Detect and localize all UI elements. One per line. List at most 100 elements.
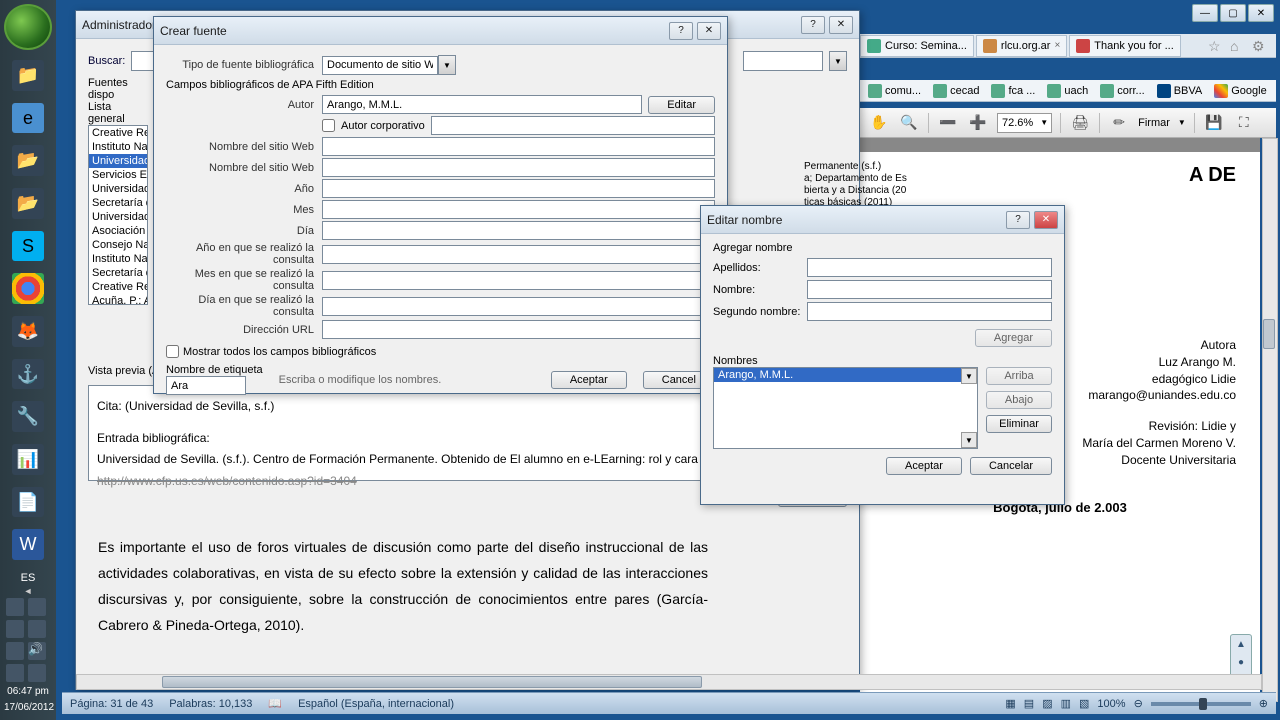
maximize-button[interactable]: ▢ [1220,4,1246,22]
bookmark-item[interactable]: cecad [933,84,979,98]
taskbar-app-folder2[interactable]: 📂 [12,188,44,219]
cancelar-button[interactable]: Cancelar [970,457,1052,475]
tray-volume-icon[interactable]: 🔊 [28,642,46,660]
taskbar-app-ie[interactable]: e [12,103,44,134]
list-item[interactable]: Instituto Nac [89,252,147,266]
save-icon[interactable]: 💾 [1203,112,1225,134]
sort-combo[interactable] [743,51,823,71]
page-indicator[interactable]: Página: 31 de 43 [70,698,153,710]
help-button[interactable]: ? [1006,211,1030,229]
tray-icon[interactable] [6,642,24,660]
print-icon[interactable]: 🖨 [1069,112,1091,134]
expand-icon[interactable]: ⛶ [1233,112,1255,134]
dropdown-icon[interactable]: ▼ [438,55,456,75]
highlight-icon[interactable]: ✏ [1108,112,1130,134]
close-button[interactable]: ✕ [1248,4,1274,22]
taskbar-app-misc5[interactable]: 📄 [12,487,44,518]
list-item[interactable]: Secretaría de [89,266,147,280]
nombre-sitio2-input[interactable] [322,158,715,177]
view-read-icon[interactable]: ▤ [1024,697,1034,710]
bookmark-item[interactable]: uach [1047,84,1088,98]
nombre-sitio-input[interactable] [322,137,715,156]
source-list[interactable]: Creative Res Instituto Nac Universidad S… [88,125,148,305]
mes-consulta-input[interactable] [322,271,715,290]
dia-input[interactable] [322,221,715,240]
help-button[interactable]: ? [669,22,693,40]
dropdown-icon[interactable]: ▼ [829,51,847,71]
tray-icon[interactable] [6,620,24,638]
bookmark-item[interactable]: BBVA [1157,84,1203,98]
view-web-icon[interactable]: ▨ [1042,697,1052,710]
mes-input[interactable] [322,200,715,219]
zoom-in-icon[interactable]: ➕ [967,112,989,134]
aceptar-button[interactable]: Aceptar [551,371,627,389]
browser-tab[interactable]: Curso: Semina... [860,35,974,57]
close-button[interactable]: ✕ [697,22,721,40]
list-item[interactable]: Creative Res [89,280,147,294]
list-item[interactable]: Universidad [89,182,147,196]
start-button[interactable] [4,4,52,50]
dropdown-icon[interactable]: ▼ [961,432,977,448]
zoom-combo[interactable]: 72.6%▼ [997,113,1052,133]
list-item[interactable]: Acuña, P.; A [89,294,147,305]
clock-date[interactable]: 17/06/2012 [4,700,52,716]
list-item[interactable]: Universidad [89,210,147,224]
nav-up-icon[interactable]: ▲ [1231,635,1251,653]
close-button[interactable]: ✕ [829,16,853,34]
bookmark-item[interactable]: fca ... [991,84,1035,98]
nombre-input[interactable] [807,280,1052,299]
close-button[interactable]: ✕ [1034,211,1058,229]
agregar-button[interactable]: Agregar [975,329,1052,347]
arriba-button[interactable]: Arriba [986,367,1052,385]
autor-corp-input[interactable] [431,116,715,135]
bookmark-item[interactable]: Google [1214,84,1266,98]
taskbar-app-chrome[interactable] [12,273,44,304]
view-draft-icon[interactable]: ▧ [1079,697,1089,710]
clock-time[interactable]: 06:47 pm [4,684,52,700]
zoom-value[interactable]: 100% [1097,698,1125,710]
gear-icon[interactable]: ⚙ [1252,38,1268,54]
tray-icon[interactable] [28,598,46,616]
names-list[interactable]: Arango, M.M.L. ▼ ▼ [713,367,978,449]
dia-consulta-input[interactable] [322,297,715,316]
word-count[interactable]: Palabras: 10,133 [169,698,252,710]
taskbar-app-word[interactable]: W [12,529,44,560]
list-item[interactable]: Creative Res [89,126,147,140]
editar-titlebar[interactable]: Editar nombre ? ✕ [701,206,1064,234]
tray-icon[interactable] [28,664,46,682]
list-item[interactable]: Universidad [89,154,147,168]
tray-icon[interactable] [6,664,24,682]
language-indicator[interactable]: ES [4,570,52,586]
view-outline-icon[interactable]: ▥ [1061,697,1071,710]
list-item[interactable]: Servicios Edu [89,168,147,182]
dropdown-icon[interactable]: ▼ [961,368,977,384]
star-icon[interactable]: ☆ [1208,38,1224,54]
taskbar-app-folder[interactable]: 📂 [12,145,44,176]
zoom-in-button[interactable]: ⊕ [1259,697,1268,710]
minimize-button[interactable]: — [1192,4,1218,22]
mostrar-checkbox[interactable] [166,345,179,358]
names-list-item[interactable]: Arango, M.M.L. [714,368,977,382]
scroll-thumb[interactable] [162,676,702,688]
abajo-button[interactable]: Abajo [986,391,1052,409]
eliminar-button[interactable]: Eliminar [986,415,1052,433]
aceptar-button[interactable]: Aceptar [886,457,962,475]
taskbar-app-skype[interactable]: S [12,231,44,262]
crear-titlebar[interactable]: Crear fuente ? ✕ [154,17,727,45]
autor-corp-checkbox[interactable] [322,119,335,132]
etiqueta-input[interactable] [166,376,246,395]
pdf-scrollbar[interactable] [1262,138,1278,702]
horizontal-scrollbar[interactable] [76,674,1262,690]
url-input[interactable] [322,320,715,339]
nav-mid-icon[interactable]: ● [1231,653,1251,671]
taskbar-app-misc1[interactable]: 🦊 [12,316,44,347]
ano-input[interactable] [322,179,715,198]
editar-button[interactable]: Editar [648,96,715,114]
tipo-combo[interactable] [322,56,438,75]
apellidos-input[interactable] [807,258,1052,277]
zoom-out-icon[interactable]: ➖ [937,112,959,134]
list-item[interactable]: Asociación N [89,224,147,238]
autor-input[interactable] [322,95,642,114]
taskbar-app-misc4[interactable]: 📊 [12,444,44,475]
taskbar-app-misc2[interactable]: ⚓ [12,359,44,390]
